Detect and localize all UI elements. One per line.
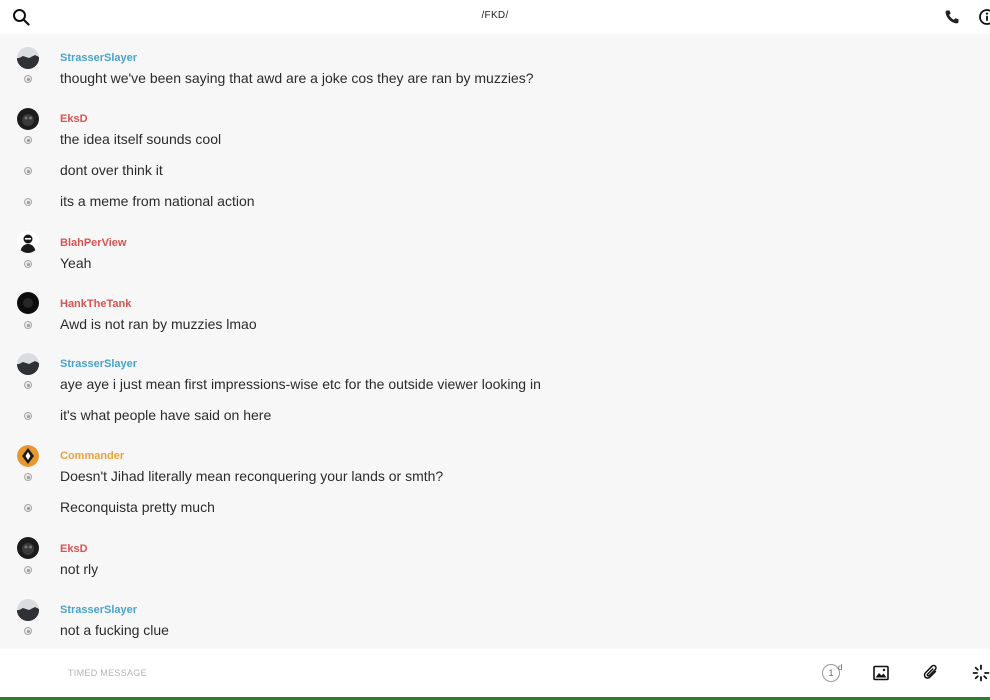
message-line[interactable]: Awd is not ran by muzzies lmao [0, 316, 990, 336]
avatar[interactable] [17, 292, 39, 314]
timer-unit: d [838, 663, 843, 672]
message-text: Awd is not ran by muzzies lmao [60, 316, 257, 332]
message-line[interactable]: Yeah [0, 255, 990, 275]
message-text: aye aye i just mean first impressions-wi… [60, 376, 541, 392]
read-receipt-icon [24, 167, 32, 175]
conversation-title: /FKD/ [481, 10, 509, 21]
message-text: Doesn't Jihad literally mean reconquerin… [60, 468, 444, 484]
message-list: StrasserSlayer thought we've been saying… [0, 34, 990, 648]
message-line[interactable]: thought we've been saying that awd are a… [0, 70, 990, 90]
phone-icon[interactable] [944, 9, 960, 25]
read-receipt-icon [24, 627, 32, 635]
message-line[interactable]: not rly [0, 561, 990, 581]
message-input[interactable]: TIMED MESSAGE [68, 668, 147, 678]
message-text: thought we've been saying that awd are a… [60, 70, 534, 86]
avatar[interactable] [17, 445, 39, 467]
avatar[interactable] [17, 537, 39, 559]
message-text: it's what people have said on here [60, 407, 272, 423]
message-text: its a meme from national action [60, 193, 255, 209]
paperclip-icon[interactable] [923, 664, 939, 682]
composer-bar: TIMED MESSAGE 1 d [0, 649, 990, 697]
read-receipt-icon [24, 566, 32, 574]
image-icon[interactable] [873, 665, 889, 681]
message-line[interactable]: not a fucking clue [0, 622, 990, 642]
avatar[interactable] [17, 599, 39, 621]
message-line[interactable]: the idea itself sounds cool [0, 131, 990, 151]
read-receipt-icon [24, 260, 32, 268]
author-name[interactable]: EksD [60, 543, 88, 555]
message-text: not rly [60, 561, 99, 577]
avatar[interactable] [17, 231, 39, 253]
avatar[interactable] [17, 353, 39, 375]
sparkle-icon[interactable] [972, 664, 990, 682]
avatar[interactable] [17, 108, 39, 130]
read-receipt-icon [24, 504, 32, 512]
read-receipt-icon [24, 198, 32, 206]
author-name[interactable]: StrasserSlayer [60, 358, 137, 370]
author-name[interactable]: BlahPerView [60, 237, 126, 249]
message-line[interactable]: dont over think it [0, 162, 990, 182]
read-receipt-icon [24, 75, 32, 83]
message-text: the idea itself sounds cool [60, 131, 222, 147]
message-text: dont over think it [60, 162, 163, 178]
message-line[interactable]: it's what people have said on here [0, 407, 990, 427]
message-line[interactable]: Reconquista pretty much [0, 499, 990, 519]
avatar[interactable] [17, 47, 39, 69]
read-receipt-icon [24, 473, 32, 481]
message-text: not a fucking clue [60, 622, 169, 638]
author-name[interactable]: EksD [60, 113, 88, 125]
read-receipt-icon [24, 321, 32, 329]
author-name[interactable]: StrasserSlayer [60, 604, 137, 616]
info-icon[interactable] [978, 8, 990, 26]
author-name[interactable]: HankTheTank [60, 298, 131, 310]
author-name[interactable]: StrasserSlayer [60, 52, 137, 64]
read-receipt-icon [24, 381, 32, 389]
message-line[interactable]: its a meme from national action [0, 193, 990, 213]
read-receipt-icon [24, 412, 32, 420]
message-line[interactable]: aye aye i just mean first impressions-wi… [0, 376, 990, 396]
top-bar: /FKD/ [0, 0, 990, 34]
author-name[interactable]: Commander [60, 450, 124, 462]
message-text: Yeah [60, 255, 92, 271]
read-receipt-icon [24, 136, 32, 144]
message-line[interactable]: Doesn't Jihad literally mean reconquerin… [0, 468, 990, 488]
message-text: Reconquista pretty much [60, 499, 215, 515]
